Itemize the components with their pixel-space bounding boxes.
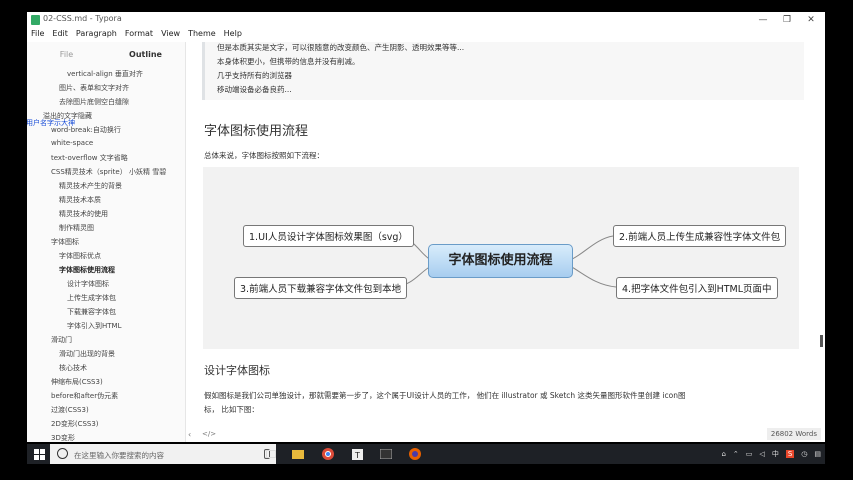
clock-icon[interactable]: ◷	[801, 450, 807, 458]
system-tray: ⌂ ⌃ ▭ ◁ 中 S ◷ ▤	[721, 444, 821, 464]
outline-item[interactable]: 图片、表单和文字对齐	[59, 83, 129, 93]
outline-item[interactable]: 精灵技术产生的背景	[59, 181, 122, 191]
outline-item[interactable]: 精灵技术的使用	[59, 209, 108, 219]
app-window-icon[interactable]	[378, 444, 394, 464]
outline-item[interactable]: 伸缩布局(CSS3)	[51, 377, 103, 387]
body-paragraph-line: 假如图标是我们公司单独设计，那就需要第一步了，这个属于UI设计人员的工作， 他们…	[204, 391, 686, 400]
heading-design-font-icon: 设计字体图标	[204, 364, 270, 377]
outline-item[interactable]: text-overflow 文字省略	[51, 153, 128, 163]
outline-item[interactable]: 字体图标优点	[59, 251, 101, 261]
cortana-search-icon	[57, 448, 68, 459]
sogou-input-icon[interactable]: S	[785, 450, 795, 458]
window-title: 02-CSS.md - Typora	[43, 14, 122, 23]
action-center-icon[interactable]: ▤	[814, 450, 821, 458]
outline-item[interactable]: 3D变形	[51, 433, 75, 442]
outline-item[interactable]: 下载兼容字体包	[67, 307, 116, 317]
sidebar: File Outline vertical-align 垂直对齐 图片、表单和文…	[27, 42, 186, 442]
menu-view[interactable]: View	[157, 28, 184, 41]
quote-line: 移动端设备必备良药...	[217, 85, 292, 94]
connector-line	[569, 235, 614, 261]
mindmap-node-1: 1.UI人员设计字体图标效果图（svg）	[243, 225, 414, 247]
status-bar: ‹ </> 26802 Words	[186, 428, 825, 442]
chrome-icon[interactable]	[320, 444, 336, 464]
people-icon[interactable]: ⌂	[721, 450, 725, 458]
maximize-button[interactable]: ❐	[775, 12, 799, 28]
heading-font-icon-flow: 字体图标使用流程	[204, 124, 309, 139]
volume-icon[interactable]: ◁	[759, 450, 764, 458]
outline-item[interactable]: 核心技术	[59, 363, 87, 373]
outline-item[interactable]: 字体图标	[51, 237, 79, 247]
outline-item[interactable]: 滑动门	[51, 335, 72, 345]
outline-item[interactable]: 制作精灵图	[59, 223, 94, 233]
search-placeholder: 在这里输入你要搜索的内容	[74, 451, 164, 460]
typora-taskbar-icon[interactable]: T	[349, 444, 365, 464]
outline-item[interactable]: 设计字体图标	[67, 279, 109, 289]
svg-text:T: T	[354, 451, 360, 460]
outline-item[interactable]: 过渡(CSS3)	[51, 405, 89, 415]
mindmap-node-2: 2.前端人员上传生成兼容性字体文件包	[613, 225, 787, 247]
outline-item[interactable]: before和after伪元素	[51, 391, 118, 401]
quote-line: 本身体积更小，但携带的信息并没有削减。	[217, 57, 360, 66]
source-mode-icon[interactable]: </>	[202, 430, 216, 438]
outline-item[interactable]: 字体引入到HTML	[67, 321, 121, 331]
tab-outline[interactable]: Outline	[106, 42, 185, 68]
editor-content[interactable]: 但是本质其实是文字，可以很随意的改变颜色、产生阴影、透明效果等等... 本身体积…	[186, 42, 806, 428]
menu-edit[interactable]: Edit	[48, 28, 72, 41]
close-button[interactable]: ✕	[799, 12, 823, 28]
quote-line: 几乎支持所有的浏览器	[217, 71, 292, 80]
menu-paragraph[interactable]: Paragraph	[72, 28, 121, 41]
minimize-button[interactable]: —	[751, 12, 775, 28]
menu-file[interactable]: File	[27, 28, 48, 41]
windows-taskbar: 在这里输入你要搜索的内容 T ⌂ ⌃ ▭ ◁ 中 S ◷ ▤	[27, 444, 825, 464]
firefox-icon[interactable]	[407, 444, 423, 464]
menu-bar: File Edit Paragraph Format View Theme He…	[27, 28, 825, 41]
quote-line: 但是本质其实是文字，可以很随意的改变颜色、产生阴影、透明效果等等...	[217, 43, 465, 52]
typora-app-icon	[31, 15, 40, 25]
network-icon[interactable]: ▭	[746, 450, 753, 458]
outline-item[interactable]: white-space	[51, 139, 93, 147]
mindmap-node-3: 3.前端人员下载兼容字体文件包到本地	[234, 277, 408, 299]
mindmap-node-4: 4.把字体文件包引入到HTML页面中	[616, 277, 778, 299]
task-view-icon[interactable]	[263, 444, 279, 464]
menu-theme[interactable]: Theme	[184, 28, 220, 41]
windows-start-icon[interactable]	[31, 444, 47, 464]
outline-item[interactable]: 精灵技术本质	[59, 195, 101, 205]
tab-file[interactable]: File	[27, 42, 106, 68]
menu-help[interactable]: Help	[220, 28, 246, 41]
body-paragraph-line: 标， 比如下图：	[204, 405, 259, 414]
ime-indicator[interactable]: 中	[772, 449, 779, 459]
title-bar: 02-CSS.md - Typora — ❐ ✕	[27, 12, 825, 28]
overlay-watermark-text: 用户名字示大神	[27, 119, 75, 127]
word-count[interactable]: 26802 Words	[766, 428, 821, 440]
taskbar-search-box[interactable]: 在这里输入你要搜索的内容	[50, 444, 276, 464]
outline-item-active[interactable]: 字体图标使用流程	[59, 265, 115, 275]
outline-item[interactable]: CSS精灵技术（sprite） 小妖精 雪碧	[51, 167, 166, 177]
blockquote: 但是本质其实是文字，可以很随意的改变颜色、产生阴影、透明效果等等... 本身体积…	[202, 42, 804, 100]
outline-item[interactable]: 去除图片底侧空白缝隙	[59, 97, 129, 107]
menu-format[interactable]: Format	[121, 28, 157, 41]
intro-paragraph: 总体来说，字体图标按照如下流程：	[204, 151, 324, 160]
mindmap-figure: 1.UI人员设计字体图标效果图（svg） 2.前端人员上传生成兼容性字体文件包 …	[203, 167, 799, 349]
show-hidden-icons-icon[interactable]: ⌃	[733, 450, 739, 458]
scrollbar-thumb[interactable]	[820, 335, 823, 347]
typora-window: 02-CSS.md - Typora — ❐ ✕ File Edit Parag…	[27, 12, 825, 442]
outline-item[interactable]: 滑动门出现的背景	[59, 349, 115, 359]
connector-line	[569, 265, 617, 288]
outline-item[interactable]: 2D变形(CSS3)	[51, 419, 99, 429]
toggle-sidebar-icon[interactable]: ‹	[188, 430, 191, 439]
outline-item[interactable]: 上传生成字体包	[67, 293, 116, 303]
outline-item[interactable]: vertical-align 垂直对齐	[67, 69, 143, 79]
mindmap-center-node: 字体图标使用流程	[428, 244, 573, 278]
file-explorer-icon[interactable]	[290, 444, 306, 464]
